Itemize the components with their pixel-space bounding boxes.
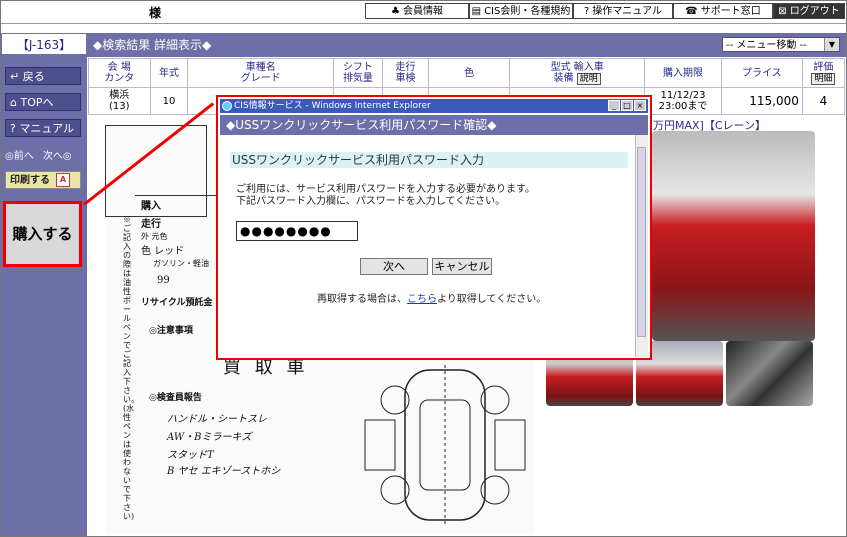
close-icon[interactable]: × <box>634 100 646 111</box>
sheet-side-note: ※ご記入の際は油性ボールペンでご記入下さい。(水性ペンは使わないで下さい) <box>123 215 139 521</box>
page-title: ◆検索結果 詳細表示◆ <box>93 38 212 52</box>
car-damage-diagram <box>364 365 526 525</box>
member-info-label: 会員情報 <box>402 6 443 17</box>
window-title: CIS情報サービス - Windows Internet Explorer <box>234 101 431 111</box>
detail-title-bar: ◆検索結果 詳細表示◆ -- メニュー移動 -- ▼ <box>87 33 846 57</box>
dialog-scrollbar[interactable] <box>635 135 648 357</box>
support-label: サポート窓口 <box>700 6 761 17</box>
col-type: 型式 輸入車 装備 説明 <box>509 58 646 88</box>
document-icon: ▤ <box>471 6 482 17</box>
close-box-icon: ⊠ <box>778 6 787 17</box>
prev-link[interactable]: ◎前へ <box>5 151 34 162</box>
logout-button[interactable]: ⊠ ログアウト <box>773 3 845 19</box>
manual-top-label: 操作マニュアル <box>592 6 662 17</box>
customer-honorific: 様 <box>149 6 162 20</box>
sheet-fuel-label: ガソリン・軽油 <box>153 259 209 268</box>
top-bar: 様 ♣ 会員情報 ▤ CIS会則・各種規約 ? 操作マニュアル ☎ サポート窓口 ⊠ ログ… <box>1 1 846 24</box>
cancel-button[interactable]: キャンセル <box>432 258 492 275</box>
col-model: 車種名 グレード <box>187 58 335 88</box>
table-header-row: 会 場 カンタ 年式 車種名 グレード シフト 排気量 走行 車検 色 型式 輸… <box>88 58 846 88</box>
vehicle-thumbnail-3[interactable] <box>726 341 813 406</box>
scrollbar-thumb[interactable] <box>637 147 646 337</box>
col-price: プライス <box>720 58 803 88</box>
sheet-inspector-heading: ◎検査員報告 <box>149 393 202 403</box>
col-deadline: 購入期限 <box>644 58 722 88</box>
buy-button[interactable]: 購入する <box>3 201 82 267</box>
sheet-report-line1: ハンドル・シートスレ <box>167 414 267 425</box>
dialog-message: ご利用には、サービス利用パスワードを入力する必要があります。 下記パスワード入力… <box>236 184 535 208</box>
password-dialog: CIS情報サービス - Windows Internet Explorer _ … <box>216 95 652 360</box>
reacquire-note: 再取得する場合は、こちらより取得してください。 <box>317 290 546 305</box>
score-cell: 4 <box>801 87 846 115</box>
dialog-heading: ◆USSワンクリックサービス利用パスワード確認◆ <box>220 115 648 135</box>
menu-select-value: -- メニュー移動 -- <box>726 40 807 51</box>
sheet-notes-heading: ◎注意事項 <box>149 326 193 336</box>
dialog-subheading: USSワンクリックサービス利用パスワード入力 <box>230 152 628 168</box>
chevron-down-icon[interactable]: ▼ <box>824 38 839 51</box>
col-mileage: 走行 車検 <box>381 58 430 88</box>
col-score-label: 評価 <box>813 61 834 73</box>
reacquire-link[interactable]: こちら <box>407 294 437 305</box>
col-venue: 会 場 カンタ <box>88 58 151 88</box>
col-color: 色 <box>428 58 511 88</box>
next-button[interactable]: 次へ <box>360 258 428 275</box>
ie-window-titlebar: CIS情報サービス - Windows Internet Explorer _ … <box>220 99 648 113</box>
sheet-recycle-label: リサイクル預託金 <box>141 298 213 308</box>
main-vehicle-photo[interactable] <box>652 131 815 341</box>
question-icon: ? <box>583 6 590 17</box>
pdf-icon: A <box>56 173 70 187</box>
password-input[interactable]: ●●●●●●●● <box>236 221 358 241</box>
phone-icon: ☎ <box>685 6 698 17</box>
sheet-color-value: 色 レッド <box>141 246 185 257</box>
manual-top-button[interactable]: ? 操作マニュアル <box>573 3 673 19</box>
top-page-button[interactable]: ⌂ TOPへ <box>5 93 81 111</box>
message-line1: ご利用には、サービス利用パスワードを入力する必要があります。 <box>236 184 535 195</box>
sheet-mileage-label: 走行 <box>141 219 161 230</box>
maximize-icon[interactable]: □ <box>621 100 633 111</box>
sheet-color-label: 外 元色 <box>141 232 168 241</box>
support-button[interactable]: ☎ サポート窓口 <box>673 3 773 19</box>
sheet-fuel-value: 99 <box>157 275 170 286</box>
member-info-button[interactable]: ♣ 会員情報 <box>365 3 469 19</box>
lot-value: (13) <box>109 101 130 112</box>
col-year: 年式 <box>149 58 189 88</box>
sheet-report-line4: B ヤセ エキゾーストホシ <box>167 466 281 477</box>
year-cell: 10 <box>149 87 189 115</box>
note-before: 再取得する場合は、 <box>317 294 407 305</box>
menu-select[interactable]: -- メニュー移動 -- ▼ <box>722 37 840 52</box>
note-after: より取得してください。 <box>437 294 547 305</box>
sheet-report-line3: スタッドT <box>167 450 214 461</box>
venue-cell: 横浜 (13) <box>88 87 151 115</box>
ie-logo-icon <box>222 101 232 111</box>
print-button[interactable]: 印刷する A <box>5 171 81 189</box>
eval-button[interactable]: 明細 <box>811 72 836 85</box>
lot-code: 【J-163】 <box>1 33 87 55</box>
spec-button[interactable]: 説明 <box>576 72 601 85</box>
col-shift: シフト 排気量 <box>333 58 383 88</box>
rules-button[interactable]: ▤ CIS会則・各種規約 <box>469 3 573 19</box>
sheet-report-line2: AW・Bミラーキズ <box>167 432 252 443</box>
venue-value: 横浜 <box>109 90 130 101</box>
manual-button[interactable]: ? マニュアル <box>5 119 81 137</box>
prev-next-nav: ◎前へ 次へ◎ <box>5 147 81 162</box>
col-score: 評価 明細 <box>801 58 846 88</box>
sheet-purchase-label: 購入 <box>141 201 161 212</box>
minimize-icon[interactable]: _ <box>608 100 620 111</box>
deadline-cell: 11/12/23 23:00まで <box>644 87 722 115</box>
rules-label: CIS会則・各種規約 <box>484 6 571 17</box>
next-link[interactable]: 次へ◎ <box>43 151 72 162</box>
logout-label: ログアウト <box>789 6 840 17</box>
print-label: 印刷する <box>10 175 50 186</box>
price-cell: 115,000 <box>720 87 803 115</box>
back-button[interactable]: ↵ 戻る <box>5 67 81 85</box>
club-icon: ♣ <box>391 6 400 17</box>
message-line2: 下記パスワード入力欄に、パスワードを入力してください。 <box>236 196 506 207</box>
